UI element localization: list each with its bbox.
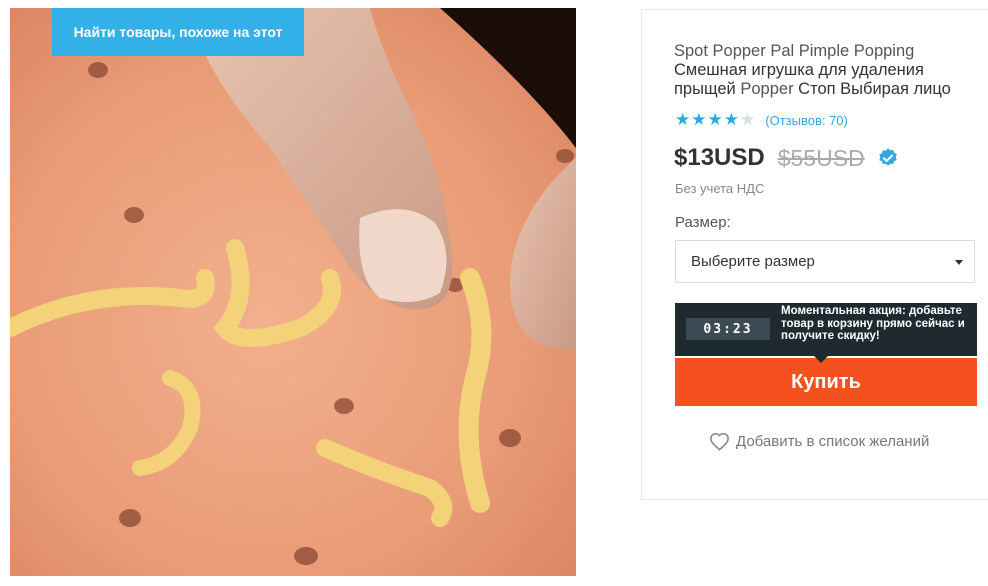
flash-sale-text: Моментальная акция: добавьте товар в кор… <box>781 305 965 342</box>
find-similar-button[interactable]: Найти товары, похоже на этот <box>52 8 304 56</box>
banner-pointer-icon <box>814 356 828 363</box>
size-select-value: Выберите размер <box>691 253 815 270</box>
star-filled-icon: ★ <box>707 110 723 129</box>
product-title: Spot Popper Pal Pimple Popping Смешная и… <box>674 42 984 99</box>
product-title-ru-3: Стоп Выбирая лицо <box>798 80 951 98</box>
rating-stars: ★★★★★ <box>675 111 756 130</box>
countdown-timer: 03:23 <box>686 318 770 340</box>
product-title-ru-2: прыщей <box>674 80 736 98</box>
old-price: $55USD <box>777 144 865 171</box>
add-to-wishlist-link[interactable]: Добавить в список желаний <box>709 432 929 451</box>
current-price: $13USD <box>674 144 765 171</box>
product-title-en-2: Popper <box>740 80 794 98</box>
caret-down-icon <box>955 260 963 265</box>
product-photo <box>10 8 576 576</box>
product-info-panel: Spot Popper Pal Pimple Popping Смешная и… <box>641 9 988 500</box>
size-label: Размер: <box>675 214 731 231</box>
product-title-ru-1: Смешная игрушка для удаления <box>674 61 924 79</box>
star-filled-icon: ★ <box>675 110 691 129</box>
price-row: $13USD $55USD <box>674 144 899 172</box>
buy-button[interactable]: Купить <box>675 358 977 406</box>
vat-note: Без учета НДС <box>675 181 765 196</box>
star-filled-icon: ★ <box>691 110 707 129</box>
reviews-link[interactable]: (Отзывов: 70) <box>765 113 848 128</box>
heart-outline-icon <box>710 432 729 451</box>
star-filled-icon: ★ <box>723 110 739 129</box>
verified-check-icon <box>878 148 897 166</box>
flash-sale-banner: 03:23 Моментальная акция: добавьте товар… <box>675 303 977 363</box>
product-image[interactable]: Найти товары, похоже на этот <box>10 8 576 576</box>
size-select[interactable]: Выберите размер <box>675 240 975 283</box>
rating-row: ★★★★★ (Отзывов: 70) <box>675 111 848 130</box>
wishlist-label: Добавить в список желаний <box>736 433 930 450</box>
star-empty-icon: ★ <box>740 110 756 129</box>
product-title-en: Spot Popper Pal Pimple Popping <box>674 42 915 60</box>
